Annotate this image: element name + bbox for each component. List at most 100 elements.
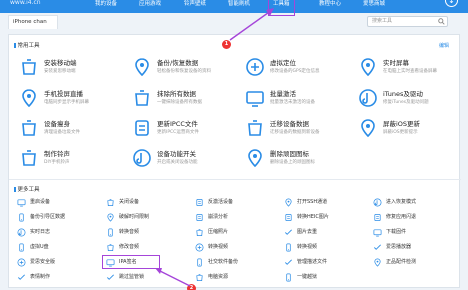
more-tool-item[interactable]: 图片去重	[284, 227, 384, 239]
ipcc-icon	[132, 118, 152, 138]
common-tool-item[interactable]: 安装移动端 安装爱思移动端	[19, 54, 129, 84]
ssh-icon	[284, 198, 293, 207]
tool-description: 清理设备垃圾文件	[44, 130, 80, 135]
more-tool-item[interactable]: 转换视频	[195, 242, 295, 254]
more-tools-title: 更多工具	[14, 185, 40, 193]
common-tool-item[interactable]: 屏蔽iOS更新 屏蔽iOS更新提示	[358, 115, 468, 145]
erase-icon	[132, 88, 152, 108]
common-tool-item[interactable]: 抹除所有数据 一键抹除设备所有数据	[132, 85, 242, 115]
more-tool-item[interactable]: 表情制作	[17, 272, 117, 284]
tool-name: 删除顽固图标	[270, 150, 309, 158]
more-tool-item[interactable]: 正品配件检测	[373, 257, 468, 269]
pc-resource-icon	[195, 273, 204, 282]
more-tool-item[interactable]: 崩溃分析	[195, 212, 295, 224]
common-tool-item[interactable]: 虚拟定位 修改设备的GPS定位信息	[245, 54, 355, 84]
block-update-icon	[358, 118, 378, 138]
tool-name: 设备功能开关	[157, 150, 196, 158]
player-icon	[373, 243, 382, 252]
more-tool-item[interactable]: 转换HEIC图片	[284, 212, 384, 224]
power-off-icon	[106, 198, 115, 207]
search-icon[interactable]	[438, 18, 445, 25]
crash-analysis-icon	[195, 213, 204, 222]
tool-name: 关闭设备	[119, 199, 140, 205]
dedupe-photo-icon	[284, 228, 293, 237]
more-tool-item[interactable]: 备份引导区数据	[17, 212, 117, 224]
tool-description: 在电脑上实时查看设备屏幕	[383, 69, 437, 74]
more-tool-item[interactable]: 修复应用闪退	[373, 212, 468, 224]
common-tool-item[interactable]: 删除顽固图标删除设备上的顽固图标	[245, 145, 355, 175]
install-mobile-icon	[19, 57, 39, 77]
annotation-arrow-1	[229, 8, 274, 41]
virtual-usb-icon	[17, 243, 26, 252]
tool-name: 重启设备	[30, 199, 51, 205]
more-tool-item[interactable]: 进入恢复模式	[373, 197, 468, 209]
common-tools-title: 常用工具	[14, 41, 40, 49]
nav-tutorials[interactable]: 教程中心	[319, 0, 341, 13]
more-tool-item[interactable]: 重启设备	[17, 197, 117, 209]
tool-name: 虚拟定位	[270, 59, 296, 67]
tool-name: 批量激活	[270, 90, 296, 98]
tool-name: 进入恢复模式	[386, 199, 417, 205]
search-placeholder: 搜索工具	[372, 18, 393, 24]
more-tool-item[interactable]: 下载固件	[373, 227, 468, 239]
tool-description: 修复iTunes及驱动问题	[383, 100, 429, 105]
more-tool-item[interactable]: 电脑资源	[195, 272, 295, 284]
common-tool-item[interactable]: 更新IPCC文件 更新IPCC运营商文件	[132, 115, 242, 145]
common-tool-item[interactable]: 实时屏幕 在电脑上实时查看设备屏幕	[358, 54, 468, 84]
more-tool-item[interactable]: 打开SSH通道	[284, 197, 384, 209]
more-tool-item[interactable]: 反激活设备	[195, 197, 295, 209]
emoji-make-icon	[17, 273, 26, 282]
realtime-screen-icon	[358, 57, 378, 77]
more-tool-item[interactable]: 虚拟U盘	[17, 242, 117, 254]
nav-ringtones-wallpapers[interactable]: 铃声壁纸	[184, 0, 206, 13]
common-tool-item[interactable]: 备份/恢复数据 轻松备份和恢复设备的资料	[132, 54, 242, 84]
tool-description: 开启或关闭设备功能	[157, 160, 198, 165]
more-tool-item[interactable]: 破解时间限制	[106, 212, 206, 224]
tool-name: 安装移动端	[44, 59, 77, 67]
more-tool-item[interactable]: 一键越狱	[284, 272, 384, 284]
itunes-icon	[358, 88, 378, 108]
tool-name: 转换视频	[208, 244, 229, 250]
more-tool-item[interactable]: 修改音频	[106, 242, 206, 254]
more-tool-item[interactable]: 压缩照片	[195, 227, 295, 239]
common-tool-item[interactable]: 迁移设备数据 迁移设备的数据到新设备	[245, 115, 355, 145]
more-tool-item[interactable]: 爱思播放器	[373, 242, 468, 254]
tool-name: 爱思播放器	[386, 244, 412, 250]
tool-name: 打开SSH通道	[297, 199, 328, 205]
nav-store[interactable]: 爱思商城	[363, 0, 385, 13]
nav-apps-games[interactable]: 应用游戏	[139, 0, 161, 13]
search-input[interactable]: 搜索工具	[367, 16, 448, 27]
tool-description: 删除设备上的顽固图标	[270, 160, 315, 165]
tool-name: 压缩照片	[208, 229, 229, 235]
slim-icon	[19, 118, 39, 138]
common-tool-item[interactable]: 设备功能开关 开启或关闭设备功能	[132, 145, 242, 175]
boot-backup-icon	[17, 213, 26, 222]
common-tool-item[interactable]: 手机投屏直播 电脑同步显示手机屏幕	[19, 85, 129, 115]
video-convert-2-icon	[284, 243, 293, 252]
common-tool-item[interactable]: 设备瘦身清理设备垃圾文件	[19, 115, 129, 145]
ringtone-icon	[19, 148, 39, 168]
tool-name: 一键越狱	[297, 274, 318, 280]
tool-name: 设备瘦身	[44, 120, 70, 128]
time-limit-icon	[106, 213, 115, 222]
deactivate-icon	[195, 198, 204, 207]
common-tool-item[interactable]: iTunes及驱动修复iTunes及驱动问题	[358, 85, 468, 115]
tool-name: 反激活设备	[208, 199, 234, 205]
device-tab[interactable]: iPhone chan	[8, 15, 58, 29]
tool-description: 批量激活未激活的设备	[270, 100, 315, 105]
more-tool-item[interactable]: 实时日志	[17, 227, 117, 239]
more-tool-item[interactable]: 关闭设备	[106, 197, 206, 209]
download-icon[interactable]: ↓	[445, 0, 458, 7]
common-tool-item[interactable]: 制作铃声 DIY手机铃声	[19, 145, 129, 175]
tool-name: 跳过监管锁	[119, 274, 145, 280]
more-tool-item[interactable]: 转换视频	[284, 242, 384, 254]
tool-name: 备份引导区数据	[30, 214, 66, 220]
nav-my-device[interactable]: 我的设备	[95, 0, 117, 13]
edit-link[interactable]: 编辑	[439, 42, 449, 49]
more-tool-item[interactable]: 转换音频	[106, 227, 206, 239]
more-tool-item[interactable]: 管理描述文件	[284, 257, 384, 269]
tool-name: iTunes及驱动	[383, 90, 423, 98]
common-tool-item[interactable]: 批量激活批量激活未激活的设备	[245, 85, 355, 115]
tool-name: 转换音频	[119, 229, 140, 235]
more-tool-item[interactable]: 社交软件备份	[195, 257, 295, 269]
